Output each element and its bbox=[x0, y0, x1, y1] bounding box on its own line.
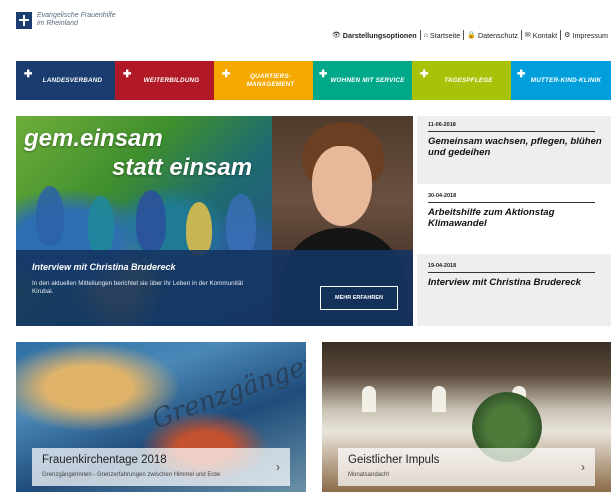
nav-tab-mutter-kind-klinik[interactable]: ✚ Mutter-Kind-Klinik bbox=[511, 61, 611, 100]
display-options-label: Darstellungsoptionen bbox=[342, 30, 417, 40]
plus-icon: ✚ bbox=[24, 69, 33, 80]
plus-icon: ✚ bbox=[319, 69, 328, 80]
news-list: 11-06-2018 Gemeinsam wachsen, pflegen, b… bbox=[417, 116, 611, 326]
imprint-link[interactable]: ⚙ Impressum bbox=[561, 31, 611, 40]
nav-tab-tagespflege[interactable]: ✚ Tagespflege bbox=[412, 61, 511, 100]
plus-icon: ✚ bbox=[517, 69, 526, 80]
more-info-button[interactable]: Mehr erfahren bbox=[320, 286, 398, 310]
card-frauenkirchentage[interactable]: Grenzgängerinnen Frauenkirchentage 2018 … bbox=[16, 342, 306, 492]
card-caption: Geistlicher Impuls Monatsandacht › bbox=[338, 448, 595, 486]
plus-icon: ✚ bbox=[420, 69, 429, 80]
chapel-window bbox=[362, 386, 376, 412]
nav-tab-wohnen-mit-service[interactable]: ✚ Wohnen mit Service bbox=[313, 61, 412, 100]
hero-slider[interactable]: gem.einsam statt einsam Interview mit Ch… bbox=[16, 116, 413, 326]
eye-icon: 👁 bbox=[331, 32, 341, 39]
plus-icon: ✚ bbox=[123, 69, 132, 80]
news-divider bbox=[428, 202, 595, 203]
nav-tab-label: Tagespflege bbox=[444, 76, 493, 84]
chevron-right-icon[interactable]: › bbox=[581, 460, 585, 474]
display-options-link[interactable]: 👁 Darstellungsoptionen bbox=[329, 31, 420, 40]
logo-line-1: Evangelische Frauenhilfe bbox=[37, 12, 116, 19]
hero-panel-text: In den aktuellen Mitteilungen berichtet … bbox=[32, 280, 244, 295]
painting-figure bbox=[186, 202, 212, 256]
card-art-text: Grenzgängerinnen bbox=[148, 342, 306, 436]
news-date: 19-04-2018 bbox=[428, 263, 457, 269]
envelope-icon: ✉ bbox=[524, 32, 531, 39]
hero-title: gem.einsam statt einsam bbox=[24, 124, 252, 182]
portrait-face bbox=[312, 146, 372, 226]
news-divider bbox=[428, 131, 595, 132]
hero-info-panel: Interview mit Christina Brudereck In den… bbox=[16, 250, 413, 326]
home-link[interactable]: ⌂ Startseite bbox=[421, 31, 464, 40]
chevron-right-icon[interactable]: › bbox=[276, 460, 280, 474]
painting-figure bbox=[226, 194, 256, 256]
news-item[interactable]: 30-04-2018 Arbeitshilfe zum Aktionstag K… bbox=[417, 193, 611, 229]
news-title: Gemeinsam wachsen, pflegen, blühen und g… bbox=[428, 136, 602, 158]
nav-tab-label: Weiterbildung bbox=[143, 76, 200, 84]
nav-tab-label: Landesverband bbox=[42, 76, 103, 84]
news-date: 30-04-2018 bbox=[428, 193, 457, 199]
imprint-icon: ⚙ bbox=[564, 32, 571, 39]
card-subtitle: Monatsandacht bbox=[348, 472, 390, 478]
privacy-label: Datenschutz bbox=[477, 30, 518, 40]
news-item[interactable]: 19-04-2018 Interview mit Christina Brude… bbox=[417, 263, 611, 288]
painting-figure bbox=[36, 186, 64, 246]
logo-text[interactable]: Evangelische Frauenhilfe im Rheinland bbox=[37, 12, 116, 28]
painting-figure bbox=[88, 196, 114, 254]
card-subtitle: Grenzgängerinnen - Grenzerfahrungen zwis… bbox=[42, 472, 221, 478]
home-icon: ⌂ bbox=[423, 31, 428, 39]
imprint-label: Impressum bbox=[572, 30, 608, 40]
card-geistlicher-impuls[interactable]: Geistlicher Impuls Monatsandacht › bbox=[322, 342, 611, 492]
nav-tab-label: Quartiers- management bbox=[246, 72, 295, 88]
card-caption: Frauenkirchentage 2018 Grenzgängerinnen … bbox=[32, 448, 290, 486]
hero-title-line-2: statt einsam bbox=[112, 154, 253, 181]
nav-tab-weiterbildung[interactable]: ✚ Weiterbildung bbox=[115, 61, 214, 100]
contact-link[interactable]: ✉ Kontakt bbox=[522, 31, 560, 40]
logo-line-2: im Rheinland bbox=[37, 20, 78, 27]
plus-icon: ✚ bbox=[222, 69, 231, 80]
nav-tab-label: Wohnen mit Service bbox=[330, 76, 405, 84]
news-date: 11-06-2018 bbox=[428, 122, 456, 128]
nav-tab-quartiersmanagement[interactable]: ✚ Quartiers- management bbox=[214, 61, 313, 100]
chapel-window bbox=[432, 386, 446, 412]
page: Evangelische Frauenhilfe im Rheinland 👁 … bbox=[0, 0, 611, 492]
nav-tab-label: Mutter-Kind-Klinik bbox=[530, 76, 602, 84]
news-title: Arbeitshilfe zum Aktionstag Klimawandel bbox=[428, 207, 555, 229]
home-label: Startseite bbox=[429, 30, 461, 40]
top-navigation: 👁 Darstellungsoptionen ⌂ Startseite 🔒 Da… bbox=[329, 30, 611, 40]
painting-figure bbox=[136, 190, 166, 252]
main-navigation: ✚ Landesverband ✚ Weiterbildung ✚ Quarti… bbox=[16, 61, 611, 100]
privacy-link[interactable]: 🔒 Datenschutz bbox=[464, 31, 521, 40]
lock-icon: 🔒 bbox=[467, 32, 476, 39]
hero-panel-title: Interview mit Christina Brudereck bbox=[32, 262, 176, 272]
news-title: Interview mit Christina Brudereck bbox=[428, 277, 582, 288]
news-divider bbox=[428, 272, 595, 273]
card-title: Frauenkirchentage 2018 bbox=[42, 454, 167, 466]
contact-label: Kontakt bbox=[532, 30, 558, 40]
logo-cross-icon[interactable] bbox=[16, 12, 32, 29]
news-item[interactable]: 11-06-2018 Gemeinsam wachsen, pflegen, b… bbox=[417, 122, 611, 158]
card-title: Geistlicher Impuls bbox=[348, 454, 440, 466]
nav-tab-landesverband[interactable]: ✚ Landesverband bbox=[16, 61, 115, 100]
hero-title-line-1: gem.einsam bbox=[24, 125, 163, 152]
